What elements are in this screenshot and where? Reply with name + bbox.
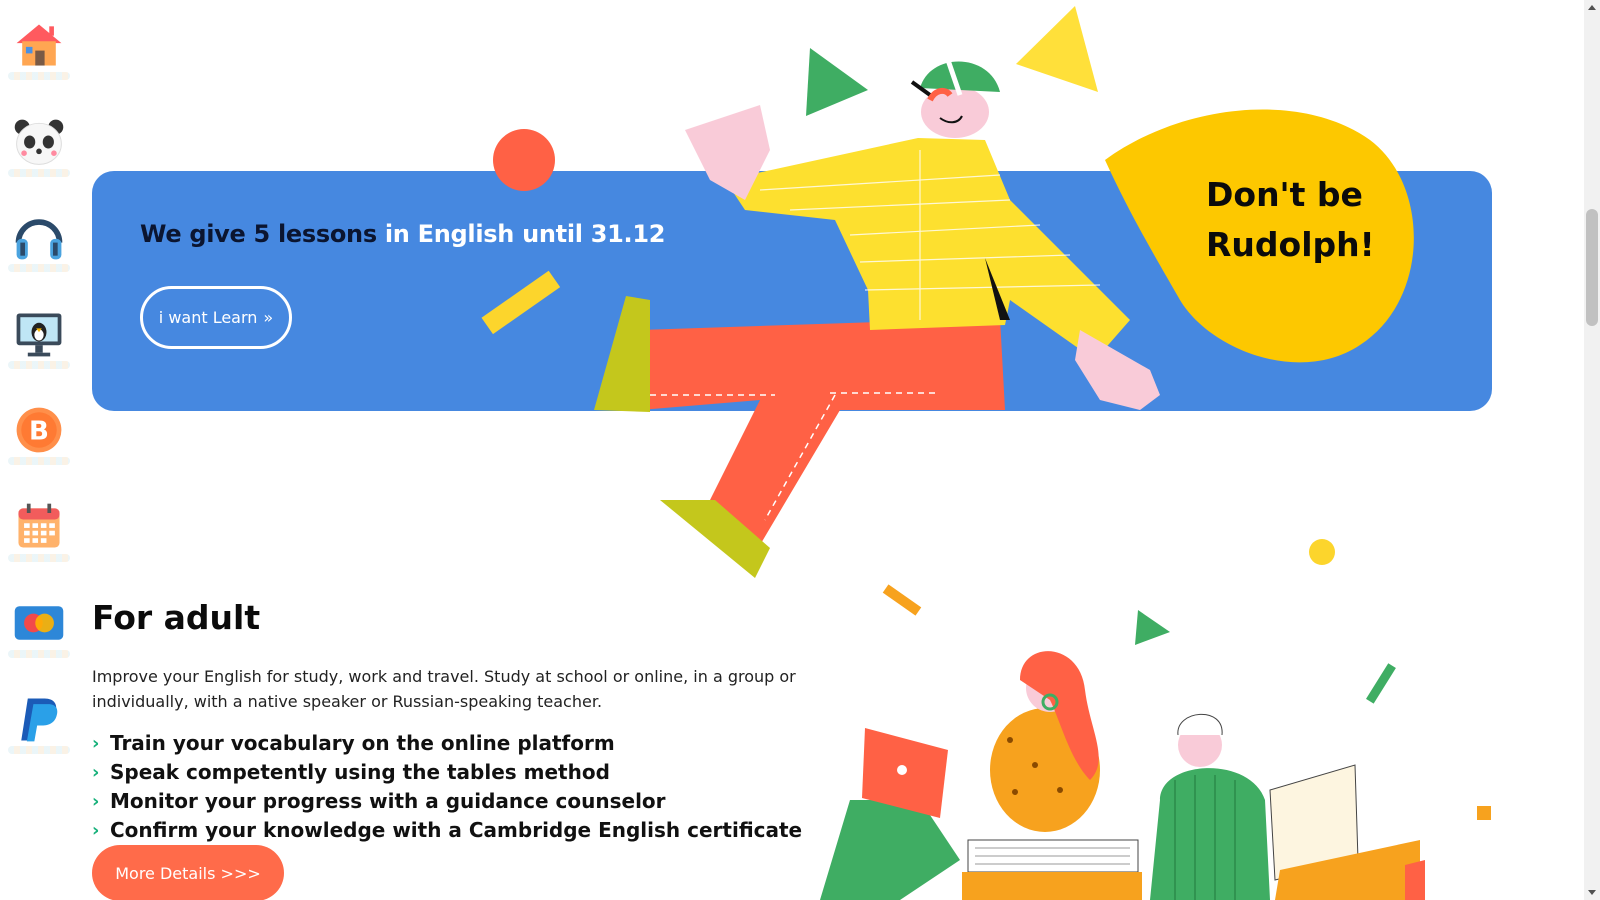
speech-bubble-text: Don't be Rudolph! xyxy=(1206,175,1375,264)
chevron-right-icon: › xyxy=(92,733,100,754)
scroll-up-arrow-icon[interactable] xyxy=(1588,5,1596,10)
bitcoin-icon: B xyxy=(16,407,62,453)
mastercard-icon xyxy=(14,606,64,640)
students-illustration xyxy=(820,651,1425,900)
sidebar-item-calendar[interactable] xyxy=(8,496,70,562)
list-item-text: Monitor your progress with a guidance co… xyxy=(110,789,666,813)
page-scrollbar[interactable] xyxy=(1584,0,1600,900)
sidebar-item-paypal[interactable] xyxy=(8,688,70,754)
section-title-adult: For adult xyxy=(92,598,261,637)
decor-triangle-green-2 xyxy=(1135,610,1170,645)
headphones-icon xyxy=(15,219,63,260)
chevron-right-icon: › xyxy=(92,762,100,783)
decor-square-orange xyxy=(1477,806,1491,820)
home-icon xyxy=(16,24,62,66)
decor-bar-green xyxy=(1366,663,1396,704)
monitor-penguin-icon xyxy=(16,313,62,357)
i-want-learn-button[interactable]: i want Learn » xyxy=(140,286,292,349)
sidebar-item-monitor[interactable] xyxy=(8,303,70,369)
feature-list: › Train your vocabulary on the online pla… xyxy=(92,729,802,845)
list-item: › Speak competently using the tables meth… xyxy=(92,758,802,787)
list-item: › Monitor your progress with a guidance c… xyxy=(92,787,802,816)
list-item-text: Confirm your knowledge with a Cambridge … xyxy=(110,818,803,842)
chevron-right-icon: › xyxy=(92,791,100,812)
decor-triangle-green xyxy=(806,48,868,116)
list-item-text: Train your vocabulary on the online plat… xyxy=(110,731,615,755)
decor-dot-yellow xyxy=(1309,539,1335,565)
sidebar-item-panda[interactable] xyxy=(8,111,70,177)
sidebar-item-headphones[interactable] xyxy=(8,206,70,272)
sidebar: B xyxy=(0,0,80,900)
calendar-icon xyxy=(18,503,60,548)
list-item-text: Speak competently using the tables metho… xyxy=(110,760,610,784)
more-details-button[interactable]: More Details >>> xyxy=(92,845,284,900)
svg-text:B: B xyxy=(29,416,49,446)
list-item: › Train your vocabulary on the online pla… xyxy=(92,729,802,758)
banner-title-highlight: We give 5 lessons xyxy=(140,220,377,248)
learn-button-label: i want Learn xyxy=(158,308,258,327)
sidebar-item-mastercard[interactable] xyxy=(8,592,70,658)
decor-bar-orange xyxy=(882,584,922,616)
banner-title-rest: in English until 31.12 xyxy=(376,220,666,248)
scrollbar-thumb[interactable] xyxy=(1586,209,1598,326)
sidebar-item-bitcoin[interactable]: B xyxy=(8,399,70,465)
sidebar-item-home[interactable] xyxy=(8,14,70,80)
list-item: › Confirm your knowledge with a Cambridge… xyxy=(92,816,802,845)
panda-icon xyxy=(14,119,64,165)
chevron-right-icon: › xyxy=(92,820,100,841)
scroll-down-arrow-icon[interactable] xyxy=(1588,890,1596,895)
double-chevron-right-icon: » xyxy=(263,308,274,327)
section-description: Improve your English for study, work and… xyxy=(92,667,796,711)
paypal-icon xyxy=(21,698,58,742)
decor-triangle-yellow xyxy=(1016,6,1098,92)
banner-title: We give 5 lessons in English until 31.12 xyxy=(140,220,665,248)
